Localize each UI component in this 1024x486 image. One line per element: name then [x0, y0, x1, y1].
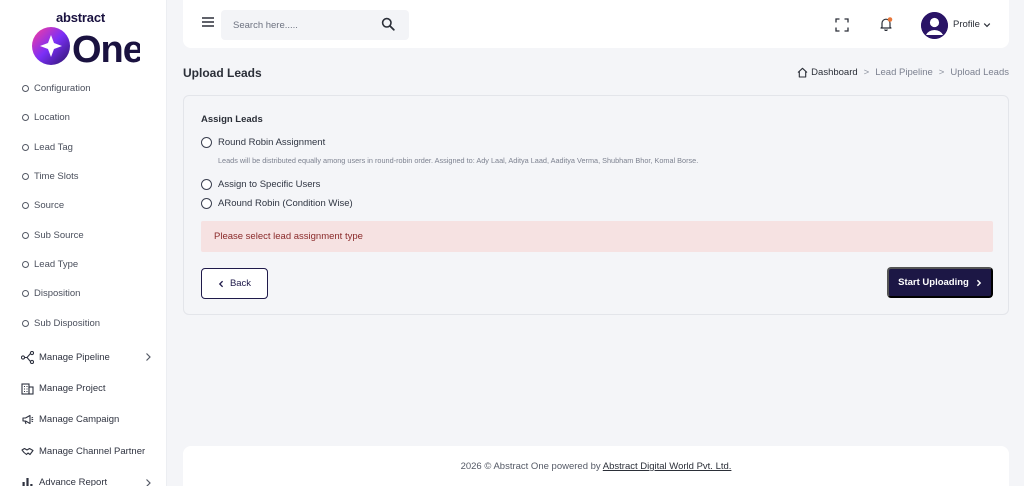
- sidebar-item-sub-disposition[interactable]: Sub Disposition: [0, 308, 167, 337]
- chevron-right-icon: [146, 353, 151, 362]
- sidebar-item-sub-source[interactable]: Sub Source: [0, 220, 167, 249]
- fullscreen-icon[interactable]: [835, 18, 849, 32]
- sidebar-item-configuration[interactable]: Configuration: [0, 74, 167, 103]
- megaphone-icon: [20, 413, 34, 427]
- breadcrumb-lead-pipeline[interactable]: Lead Pipeline: [875, 67, 933, 78]
- circle-bullet-icon: [22, 143, 29, 151]
- brand-logo-mark: One: [32, 27, 140, 66]
- radio-label: Assign to Specific Users: [218, 179, 321, 190]
- brand-logo-bottom: One: [72, 29, 140, 66]
- footer-text: 2026 © Abstract One powered by Abstract …: [183, 461, 1009, 472]
- breadcrumb-separator: >: [863, 67, 870, 78]
- home-icon: [797, 67, 808, 78]
- back-button-label: Back: [229, 278, 252, 289]
- radio-button[interactable]: [201, 137, 212, 148]
- footer-company-link[interactable]: Abstract Digital World Pvt. Ltd.: [603, 461, 732, 472]
- sidebar-item-label: Sub Disposition: [34, 317, 101, 329]
- breadcrumb-separator: >: [938, 67, 945, 78]
- sidebar-item-advance-report[interactable]: Advance Report: [0, 467, 167, 486]
- search-icon[interactable]: [381, 17, 395, 31]
- circle-bullet-icon: [22, 85, 29, 93]
- start-uploading-button[interactable]: Start Uploading: [887, 267, 993, 298]
- sidebar-item-manage-pipeline[interactable]: Manage Pipeline: [0, 342, 167, 373]
- sidebar-item-label: Lead Tag: [34, 141, 73, 153]
- circle-bullet-icon: [22, 114, 29, 122]
- profile-dropdown[interactable]: Profile: [953, 19, 991, 30]
- sidebar-item-time-slots[interactable]: Time Slots: [0, 162, 167, 191]
- assign-leads-label: Assign Leads: [201, 114, 263, 125]
- sidebar-item-lead-type[interactable]: Lead Type: [0, 250, 167, 279]
- sidebar-item-label: Disposition: [34, 288, 81, 300]
- sidebar-item-manage-project[interactable]: Manage Project: [0, 373, 167, 404]
- radio-label: Round Robin Assignment: [218, 137, 326, 148]
- chevron-down-icon: [983, 22, 991, 27]
- footer: 2026 © Abstract One powered by Abstract …: [183, 446, 1009, 486]
- sidebar-item-label: Time Slots: [34, 171, 79, 183]
- sidebar-item-label: Manage Campaign: [39, 414, 120, 426]
- circle-bullet-icon: [22, 173, 29, 181]
- hamburger-menu-icon[interactable]: [201, 15, 215, 29]
- sidebar-item-label: Sub Source: [34, 229, 84, 241]
- error-alert: Please select lead assignment type: [201, 221, 993, 252]
- start-uploading-label: Start Uploading: [898, 277, 969, 288]
- sidebar-item-label: Manage Pipeline: [39, 351, 110, 363]
- circle-bullet-icon: [22, 319, 29, 327]
- radio-condition-wise[interactable]: ARound Robin (Condition Wise): [201, 198, 353, 209]
- sidebar-item-manage-campaign[interactable]: Manage Campaign: [0, 404, 167, 435]
- top-header: Profile: [183, 0, 1009, 48]
- breadcrumb-upload-leads: Upload Leads: [950, 67, 1009, 78]
- sidebar-item-lead-tag[interactable]: Lead Tag: [0, 133, 167, 162]
- brand-logo[interactable]: abstract One: [30, 8, 140, 66]
- circle-bullet-icon: [22, 290, 29, 298]
- search-box: [221, 10, 409, 40]
- circle-bullet-icon: [22, 260, 29, 268]
- radio-round-robin[interactable]: Round Robin Assignment: [201, 137, 325, 148]
- radio-button[interactable]: [201, 179, 212, 190]
- radio-specific-users[interactable]: Assign to Specific Users: [201, 179, 320, 190]
- sidebar-item-manage-channel-partner[interactable]: Manage Channel Partner: [0, 436, 167, 467]
- sidebar-item-disposition[interactable]: Disposition: [0, 279, 167, 308]
- footer-prefix: 2026 © Abstract One powered by: [460, 461, 603, 472]
- sidebar-item-label: Manage Channel Partner: [39, 445, 146, 457]
- upload-leads-card: Assign Leads Round Robin Assignment Lead…: [183, 95, 1009, 315]
- page-title: Upload Leads: [183, 66, 262, 80]
- user-avatar-icon: [921, 12, 948, 39]
- sidebar-item-label: Configuration: [34, 83, 91, 95]
- sidebar-item-label: Source: [34, 200, 65, 212]
- breadcrumb: Dashboard > Lead Pipeline > Upload Leads: [797, 67, 1009, 78]
- chevron-right-icon: [146, 478, 151, 486]
- back-button[interactable]: Back: [201, 268, 268, 299]
- handshake-icon: [20, 444, 34, 458]
- circle-bullet-icon: [22, 231, 29, 239]
- sidebar-item-label: Advance Report: [39, 477, 108, 486]
- sidebar: abstract One Configuration Location Lead…: [0, 0, 167, 486]
- breadcrumb-label: Dashboard: [811, 67, 858, 78]
- chevron-left-icon: [218, 280, 223, 287]
- sidebar-item-location[interactable]: Location: [0, 103, 167, 132]
- circle-bullet-icon: [22, 202, 29, 210]
- breadcrumb-dashboard[interactable]: Dashboard: [797, 67, 858, 78]
- chevron-right-icon: [976, 279, 982, 286]
- pipeline-icon: [20, 350, 34, 364]
- sidebar-nav: Configuration Location Lead Tag Time Slo…: [0, 74, 167, 486]
- radio-button[interactable]: [201, 198, 212, 209]
- sidebar-item-source[interactable]: Source: [0, 191, 167, 220]
- radio-label: ARound Robin (Condition Wise): [218, 198, 353, 209]
- round-robin-help-text: Leads will be distributed equally among …: [218, 156, 699, 165]
- building-icon: [20, 382, 34, 396]
- sidebar-item-label: Lead Type: [34, 258, 79, 270]
- notification-bell-icon[interactable]: [878, 16, 894, 32]
- sidebar-item-label: Location: [34, 112, 70, 124]
- sidebar-item-label: Manage Project: [39, 383, 106, 395]
- avatar[interactable]: [921, 12, 948, 39]
- error-message: Please select lead assignment type: [214, 231, 363, 242]
- profile-label: Profile: [953, 19, 980, 30]
- search-input[interactable]: [233, 17, 373, 33]
- bar-chart-icon: [20, 476, 34, 486]
